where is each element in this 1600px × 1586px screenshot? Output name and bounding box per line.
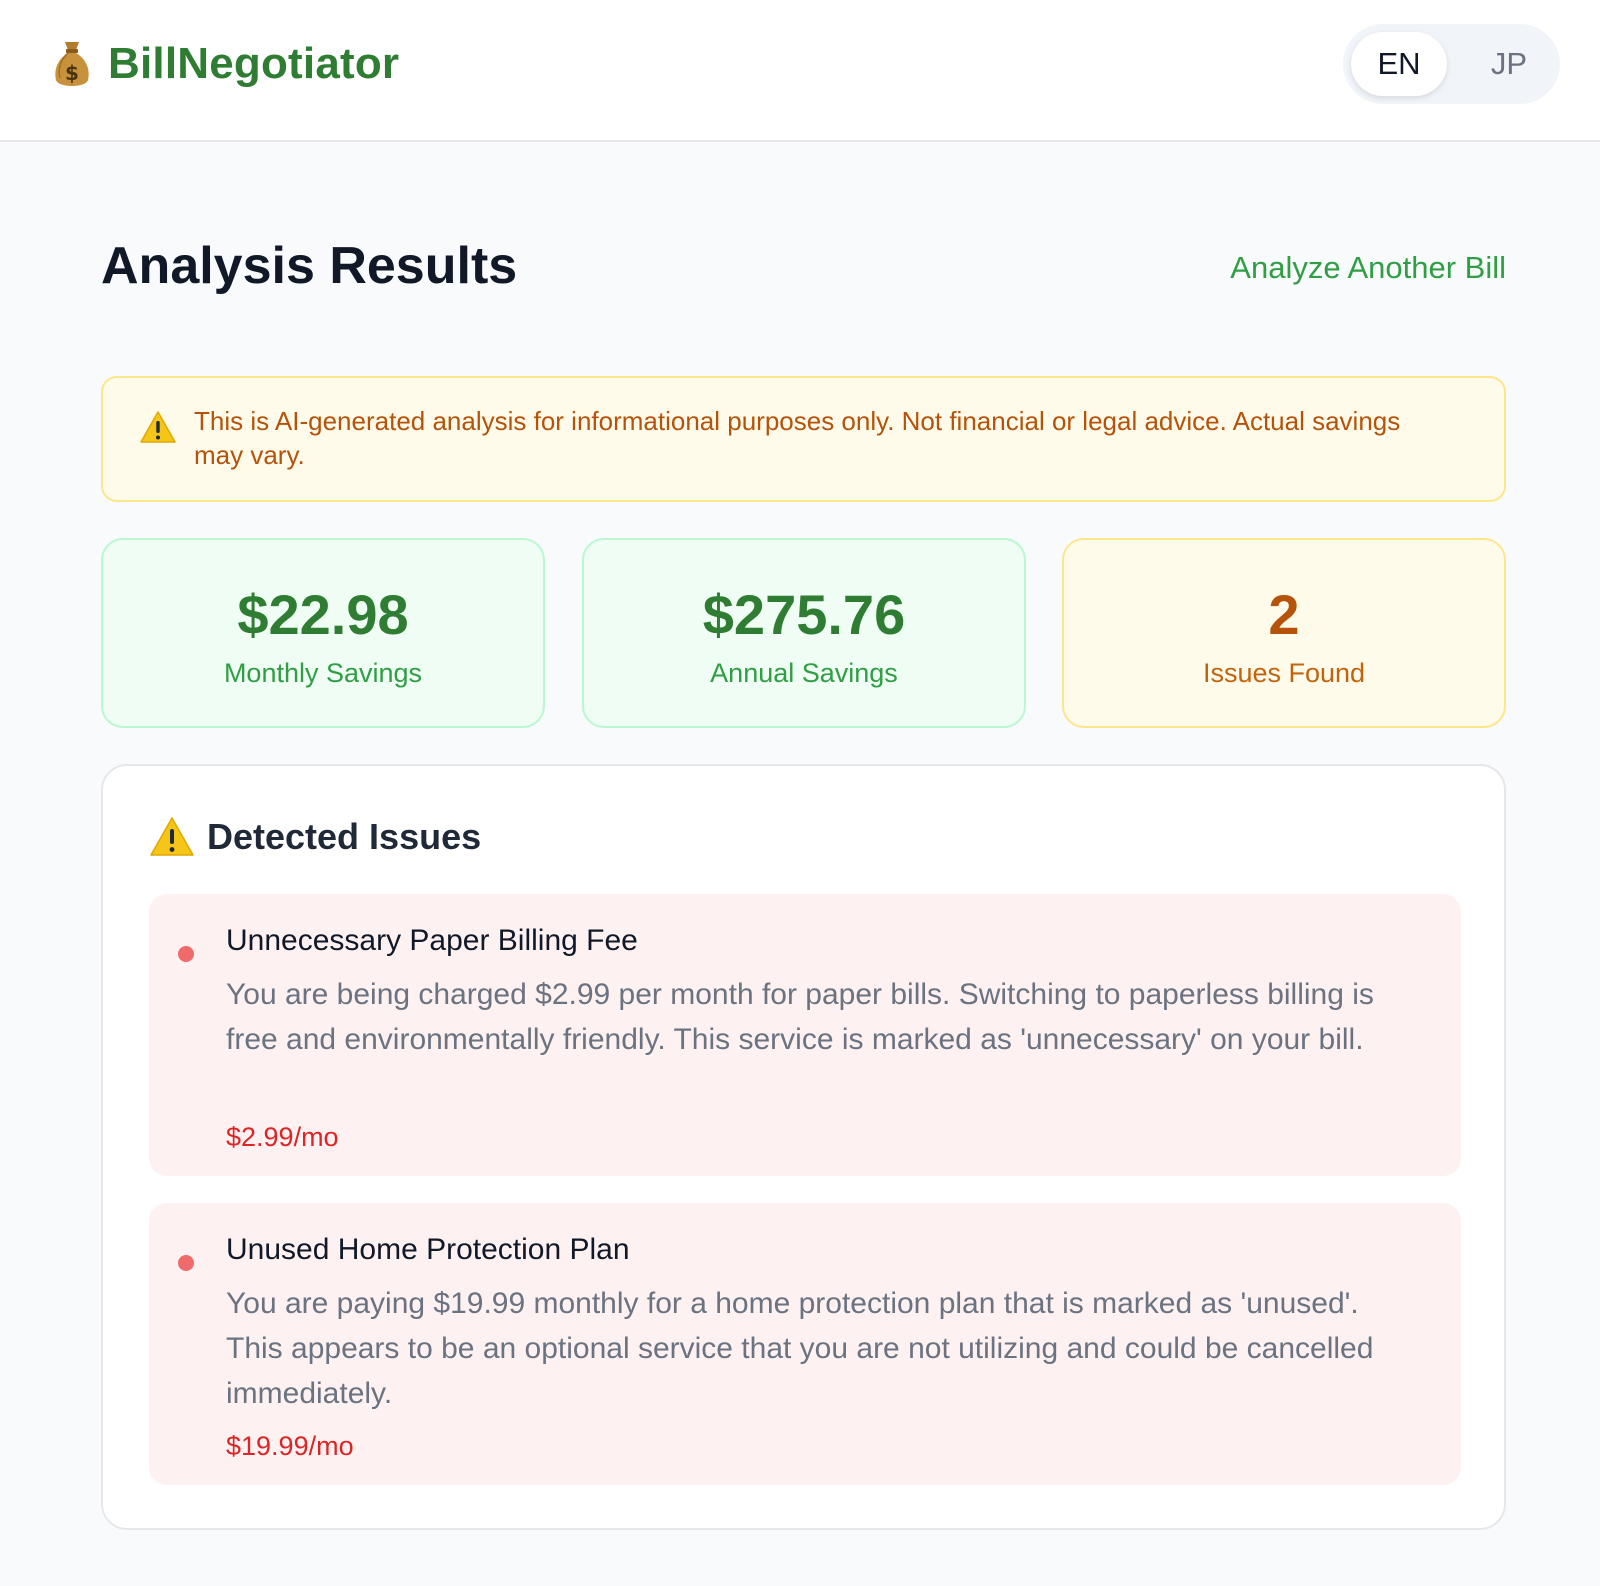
- issues-found-label: Issues Found: [1202, 658, 1366, 688]
- warning-icon: [150, 817, 194, 856]
- detected-issues-title: Detected Issues: [207, 816, 482, 857]
- page-title: Analysis Results: [101, 237, 518, 295]
- monthly-savings-value: $22.98: [237, 583, 409, 646]
- analyze-another-bill-link[interactable]: Analyze Another Bill: [1230, 250, 1506, 286]
- issue-description: You are paying $19.99 monthly for a home…: [226, 1287, 1374, 1410]
- issue-item: Unused Home Protection Plan You are payi…: [149, 1203, 1461, 1485]
- issue-item: Unnecessary Paper Billing Fee You are be…: [149, 894, 1461, 1176]
- issue-bullet-icon: [178, 1255, 194, 1271]
- annual-savings-label: Annual Savings: [710, 658, 898, 688]
- issue-description: You are being charged $2.99 per month fo…: [226, 978, 1374, 1056]
- disclaimer-text: This is AI-generated analysis for inform…: [194, 406, 1401, 470]
- annual-savings-value: $275.76: [702, 583, 906, 646]
- issue-title: Unused Home Protection Plan: [226, 1233, 630, 1266]
- issues-found-value: 2: [1268, 583, 1300, 646]
- detected-issues-card: Detected Issues Unnecessary Paper Billin…: [101, 764, 1506, 1530]
- language-en-button[interactable]: EN: [1351, 32, 1447, 96]
- monthly-savings-label: Monthly Savings: [223, 658, 423, 688]
- money-bag-icon: $: [55, 42, 89, 86]
- top-bar: $ BillNegotiator EN JP: [0, 0, 1600, 142]
- monthly-savings-card: $22.98 Monthly Savings: [101, 538, 545, 728]
- brand-name: BillNegotiator: [108, 39, 400, 88]
- issues-found-card: 2 Issues Found: [1062, 538, 1506, 728]
- issue-amount: $2.99/mo: [226, 1122, 339, 1152]
- warning-icon: [140, 411, 176, 443]
- issue-bullet-icon: [178, 946, 194, 962]
- svg-text:$: $: [65, 61, 79, 85]
- detected-issues-header: Detected Issues: [149, 816, 481, 858]
- brand[interactable]: $ BillNegotiator: [52, 38, 399, 90]
- issue-title: Unnecessary Paper Billing Fee: [226, 924, 638, 957]
- disclaimer-banner: This is AI-generated analysis for inform…: [101, 376, 1506, 502]
- language-toggle: EN JP: [1343, 24, 1560, 104]
- language-jp-button[interactable]: JP: [1463, 32, 1555, 96]
- issue-amount: $19.99/mo: [226, 1431, 354, 1461]
- annual-savings-card: $275.76 Annual Savings: [582, 538, 1026, 728]
